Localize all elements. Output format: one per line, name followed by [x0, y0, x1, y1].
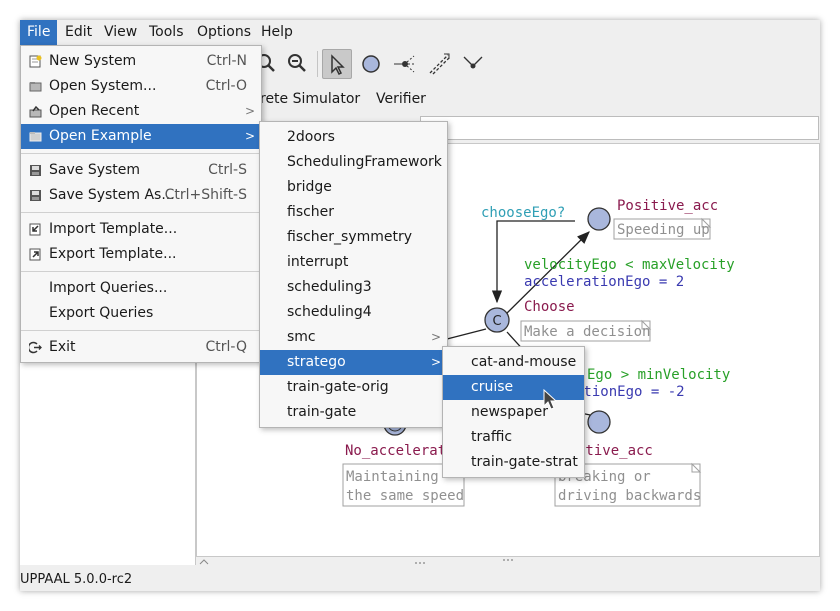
import-icon [29, 223, 41, 236]
menu-item-exit[interactable]: Exit Ctrl-Q [21, 335, 261, 360]
menu-separator [21, 153, 261, 154]
menu-item-new-system[interactable]: New System Ctrl-N [21, 49, 261, 74]
location-circle-icon [362, 55, 380, 73]
location-name-no-acceleration[interactable]: No_accelerati [345, 443, 455, 459]
add-branchpoint-button[interactable] [390, 49, 420, 79]
menu-file[interactable]: File [20, 20, 58, 45]
stratego-item[interactable]: train-gate-strat [443, 450, 584, 475]
sync-label[interactable]: chooseEgo? [481, 205, 565, 221]
version-label: UPPAAL 5.0.0-rc2 [20, 572, 133, 587]
comment-make-decision[interactable]: Make a decision [524, 324, 650, 340]
comment-maintaining-line1[interactable]: Maintaining [346, 469, 439, 485]
toolbar-separator [317, 51, 318, 77]
export-icon [29, 248, 41, 261]
menu-edit[interactable]: Edit [58, 20, 99, 45]
menu-item-export-template[interactable]: Export Template... [21, 242, 261, 267]
example-item[interactable]: train-gate-orig [260, 375, 447, 400]
menu-item-save-system-as[interactable]: Save System As... Ctrl+Shift-S [21, 183, 261, 208]
comment-breaking-line2[interactable]: driving backwards [558, 488, 701, 504]
committed-mark: C [492, 314, 501, 329]
example-item[interactable]: scheduling4 [260, 300, 447, 325]
menu-item-open-system[interactable]: Open System... Ctrl-O [21, 74, 261, 99]
menu-separator [21, 330, 261, 331]
menu-view[interactable]: View [97, 20, 144, 45]
stratego-submenu: cat-and-mouse cruise newspaper traffic t… [442, 346, 585, 478]
example-item[interactable]: 2doors [260, 125, 447, 150]
zoom-out-icon [288, 54, 306, 72]
tab-verifier[interactable]: Verifier [376, 85, 426, 113]
example-item[interactable]: SchedulingFramework [260, 150, 447, 175]
example-item[interactable]: scheduling3 [260, 275, 447, 300]
example-item[interactable]: bridge [260, 175, 447, 200]
stratego-item[interactable]: cat-and-mouse [443, 350, 584, 375]
new-document-icon [29, 55, 42, 68]
update-acceleration-down[interactable]: ationEgo = -2 [575, 384, 685, 400]
select-tool-button[interactable] [322, 49, 352, 79]
comment-speeding-up[interactable]: Speeding up [617, 222, 710, 238]
save-disk-icon [30, 165, 41, 176]
menu-separator [21, 271, 261, 272]
edge-arrow-icon [429, 53, 450, 75]
example-item[interactable]: fischer_symmetry [260, 225, 447, 250]
declaration-field[interactable] [420, 116, 819, 140]
update-acceleration-up[interactable]: accelerationEgo = 2 [524, 274, 684, 290]
location-negative-acc[interactable] [587, 410, 611, 434]
nail-icon [463, 56, 483, 69]
file-menu: New System Ctrl-N Open System... Ctrl-O Op… [20, 45, 262, 363]
menu-separator [21, 212, 261, 213]
location-positive-acc[interactable] [587, 207, 611, 231]
open-example-submenu: 2doors SchedulingFramework bridge fische… [259, 121, 448, 428]
menu-bar: File Edit View Tools Options Help [20, 20, 820, 45]
menu-item-open-recent[interactable]: Open Recent > [21, 99, 261, 124]
edge-to-smc-side[interactable] [446, 328, 487, 340]
tab-simulator[interactable]: rete Simulator [260, 85, 360, 113]
menu-tools[interactable]: Tools [142, 20, 191, 45]
zoom-out-button[interactable] [282, 49, 312, 79]
menu-item-export-queries[interactable]: Export Queries [21, 301, 261, 326]
chevron-right-icon: > [430, 330, 441, 344]
add-edge-button[interactable] [424, 49, 454, 79]
chevron-right-icon: > [244, 104, 255, 118]
menu-item-import-template[interactable]: Import Template... [21, 217, 261, 242]
stratego-item[interactable]: traffic [443, 425, 584, 450]
save-as-disk-icon [30, 190, 41, 201]
splitter-grips[interactable] [198, 557, 818, 568]
example-item-stratego[interactable]: stratego > [260, 350, 447, 375]
example-item[interactable]: interrupt [260, 250, 447, 275]
edge-choose-ego[interactable] [496, 220, 575, 248]
folder-icon [29, 132, 42, 142]
add-location-button[interactable] [356, 49, 386, 79]
status-bar: UPPAAL 5.0.0-rc2 [20, 568, 820, 591]
exit-icon [29, 341, 42, 354]
example-item-smc[interactable]: smc > [260, 325, 447, 350]
example-item[interactable]: train-gate [260, 400, 447, 425]
add-nail-button[interactable] [458, 49, 488, 79]
cursor-arrow-icon [331, 54, 345, 76]
menu-item-open-example[interactable]: Open Example > [21, 124, 261, 149]
example-item[interactable]: fischer [260, 200, 447, 225]
open-recent-icon [29, 105, 42, 118]
guard-velocity-min[interactable]: Ego > minVelocity [587, 367, 730, 383]
comment-maintaining-line2[interactable]: the same speed [346, 488, 464, 504]
menu-item-import-queries[interactable]: Import Queries... [21, 276, 261, 301]
menu-options[interactable]: Options [190, 20, 258, 45]
location-name-positive-acc[interactable]: Positive_acc [617, 198, 718, 214]
mouse-pointer-icon [543, 389, 558, 410]
menu-item-save-system[interactable]: Save System Ctrl-S [21, 158, 261, 183]
stratego-item-cruise[interactable]: cruise [443, 375, 584, 400]
chevron-right-icon: > [244, 129, 255, 143]
menu-help[interactable]: Help [254, 20, 300, 45]
guard-velocity-max[interactable]: velocityEgo < maxVelocity [524, 257, 735, 273]
branchpoint-icon [394, 55, 416, 73]
stratego-item[interactable]: newspaper [443, 400, 584, 425]
location-name-negative-acc[interactable]: ative_acc [577, 443, 653, 459]
location-name-choose[interactable]: Choose [524, 299, 575, 315]
folder-icon [29, 82, 42, 92]
chevron-right-icon: > [430, 355, 441, 369]
